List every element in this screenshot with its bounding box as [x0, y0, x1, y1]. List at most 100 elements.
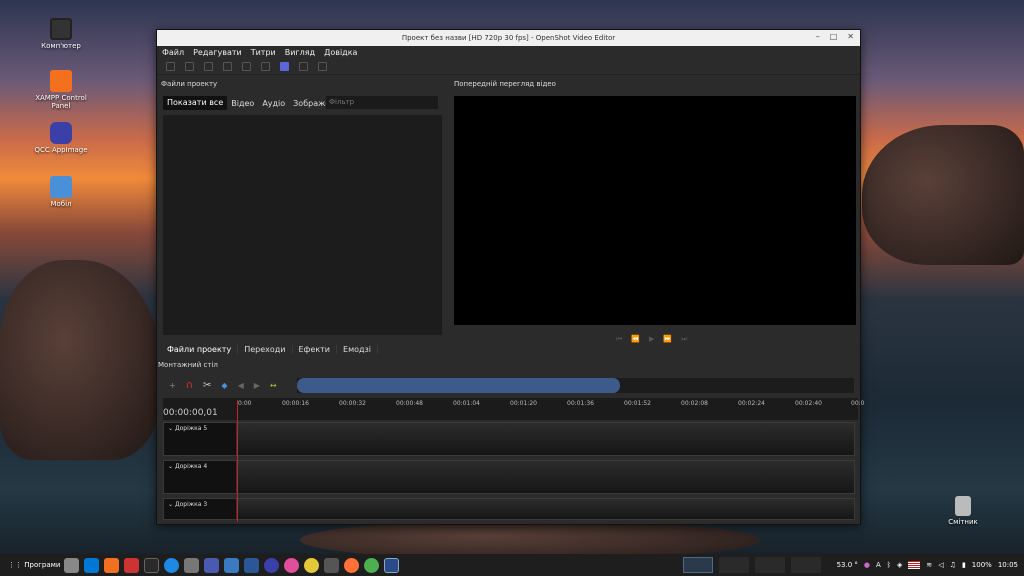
- text-editor-app-icon[interactable]: [324, 557, 339, 573]
- timeline-track[interactable]: ⌄ Доріжка 4: [163, 460, 855, 494]
- undo-icon[interactable]: [223, 62, 232, 71]
- next-marker-icon[interactable]: ▶: [254, 381, 260, 390]
- menu-titles[interactable]: Титри: [251, 48, 276, 57]
- volume-icon[interactable]: ◁: [938, 561, 943, 569]
- profile-icon[interactable]: [280, 62, 289, 71]
- desktop-icon-xampp[interactable]: XAMPP Control Panel: [26, 70, 96, 110]
- tab-project-files[interactable]: Файли проекту: [161, 344, 239, 354]
- color-app-icon[interactable]: [284, 557, 299, 573]
- minimize-icon[interactable]: –: [816, 32, 820, 41]
- track-header[interactable]: ⌄ Доріжка 4: [164, 461, 237, 493]
- workspace-4[interactable]: [790, 557, 821, 573]
- filter-input[interactable]: Фільтр: [326, 96, 438, 109]
- app-icon[interactable]: [244, 557, 259, 573]
- timeline-track[interactable]: ⌄ Доріжка 5: [163, 422, 855, 456]
- center-playhead-icon[interactable]: ↔: [270, 381, 277, 390]
- timeline-playhead[interactable]: [237, 400, 238, 522]
- menu-edit[interactable]: Редагувати: [193, 48, 242, 57]
- import-files-icon[interactable]: [261, 62, 270, 71]
- workspace-1[interactable]: [682, 557, 713, 573]
- video-preview-area[interactable]: [454, 96, 856, 325]
- terminal-app-icon[interactable]: [144, 557, 159, 573]
- vscode-app-icon[interactable]: [84, 557, 99, 573]
- play-icon[interactable]: ▶: [649, 335, 654, 344]
- snap-magnet-icon[interactable]: ∩: [186, 380, 193, 391]
- files-app-icon[interactable]: [64, 557, 79, 573]
- desktop-icon-folder[interactable]: Мобіл: [26, 176, 96, 208]
- qcc-appimage-icon: [50, 122, 72, 144]
- tab-transitions[interactable]: Переходи: [238, 344, 293, 354]
- export-video-icon[interactable]: [318, 62, 327, 71]
- tab-show-all[interactable]: Показати все: [163, 96, 228, 110]
- close-icon[interactable]: ✕: [847, 32, 854, 41]
- collapse-icon[interactable]: ⌄: [168, 501, 175, 508]
- tab-effects[interactable]: Ефекти: [293, 344, 338, 354]
- window-titlebar[interactable]: Проект без назви [HD 720p 30 fps] - Open…: [157, 30, 860, 46]
- start-menu-button[interactable]: ⋮⋮ Програми: [0, 561, 64, 569]
- add-marker-icon[interactable]: ◆: [221, 381, 227, 390]
- razor-icon[interactable]: ✂: [203, 380, 211, 391]
- kdenlive-app-icon[interactable]: [204, 557, 219, 573]
- new-project-icon[interactable]: [166, 62, 175, 71]
- timeline-ruler[interactable]: 0:00 00:00:16 00:00:32 00:00:48 00:01:04…: [163, 398, 864, 420]
- track-header[interactable]: ⌄ Доріжка 3: [164, 499, 237, 519]
- clock-label[interactable]: 10:05: [998, 561, 1018, 569]
- desktop-icon-computer[interactable]: Комп'ютер: [26, 18, 96, 50]
- battery-icon[interactable]: ▮: [962, 561, 966, 569]
- music-icon[interactable]: ♫: [950, 561, 956, 569]
- menu-help[interactable]: Довідка: [324, 48, 357, 57]
- us-flag-icon[interactable]: [908, 561, 921, 569]
- track-header[interactable]: ⌄ Доріжка 5: [164, 423, 237, 455]
- network-app-icon[interactable]: [164, 557, 179, 573]
- weather-icon[interactable]: ●: [864, 561, 870, 569]
- track-label: Доріжка 5: [174, 425, 208, 432]
- qcc-app-icon[interactable]: [264, 557, 279, 573]
- taskbar: ⋮⋮ Програми 53.0 ° ● A ᛒ ◈ ≋ ◁ ♫ ▮ 100%: [0, 554, 1024, 576]
- xampp-app-icon[interactable]: [104, 557, 119, 573]
- openshot-app-icon[interactable]: [384, 557, 399, 573]
- bluetooth-icon[interactable]: ᛒ: [887, 561, 891, 569]
- timeline-scrollbar[interactable]: [297, 378, 854, 393]
- jump-end-icon[interactable]: ⏭: [681, 335, 687, 344]
- tab-audio[interactable]: Аудіо: [258, 99, 289, 108]
- add-track-icon[interactable]: +: [169, 381, 176, 390]
- chrome-app-icon[interactable]: [364, 557, 379, 573]
- rewind-icon[interactable]: ⏪: [631, 335, 640, 344]
- filezilla-app-icon[interactable]: [124, 557, 139, 573]
- desktop-icon-trash[interactable]: Смітник: [928, 496, 998, 526]
- ruler-tick: 00:01:20: [510, 400, 537, 407]
- workspace-2[interactable]: [718, 557, 749, 573]
- timeline-zoom-selection[interactable]: [297, 378, 620, 393]
- keyboard-layout-icon[interactable]: A: [876, 561, 881, 569]
- menubar: Файл Редагувати Титри Вигляд Довідка: [157, 46, 860, 59]
- document-app-icon[interactable]: [224, 557, 239, 573]
- redo-icon[interactable]: [242, 62, 251, 71]
- timeline-track[interactable]: ⌄ Доріжка 3: [163, 498, 855, 520]
- desktop-icon-label: XAMPP Control Panel: [35, 94, 87, 110]
- maximize-icon[interactable]: □: [830, 32, 838, 41]
- jump-start-icon[interactable]: ⏮: [616, 335, 622, 344]
- shield-icon[interactable]: ◈: [897, 561, 902, 569]
- desktop-icon-label: Мобіл: [50, 200, 72, 208]
- collapse-icon[interactable]: ⌄: [168, 463, 175, 470]
- workspace-3[interactable]: [754, 557, 785, 573]
- desktop-icon-qcc[interactable]: QCC AppImage: [26, 122, 96, 154]
- wifi-icon[interactable]: ≋: [926, 561, 932, 569]
- archive-app-icon[interactable]: [184, 557, 199, 573]
- previous-marker-icon[interactable]: ◀: [238, 381, 244, 390]
- ruler-tick: 00:01:36: [567, 400, 594, 407]
- fullscreen-icon[interactable]: [299, 62, 308, 71]
- files-list[interactable]: [163, 115, 442, 335]
- menu-file[interactable]: Файл: [162, 48, 184, 57]
- tab-emoji[interactable]: Емодзі: [337, 344, 379, 354]
- python-app-icon[interactable]: [304, 557, 319, 573]
- fast-forward-icon[interactable]: ⏩: [663, 335, 672, 344]
- ruler-tick: 00:0: [851, 400, 865, 407]
- panel-title: Файли проекту: [161, 80, 218, 88]
- open-project-icon[interactable]: [185, 62, 194, 71]
- tab-video[interactable]: Відео: [227, 99, 258, 108]
- save-project-icon[interactable]: [204, 62, 213, 71]
- menu-view[interactable]: Вигляд: [285, 48, 315, 57]
- collapse-icon[interactable]: ⌄: [168, 425, 175, 432]
- firefox-app-icon[interactable]: [344, 557, 359, 573]
